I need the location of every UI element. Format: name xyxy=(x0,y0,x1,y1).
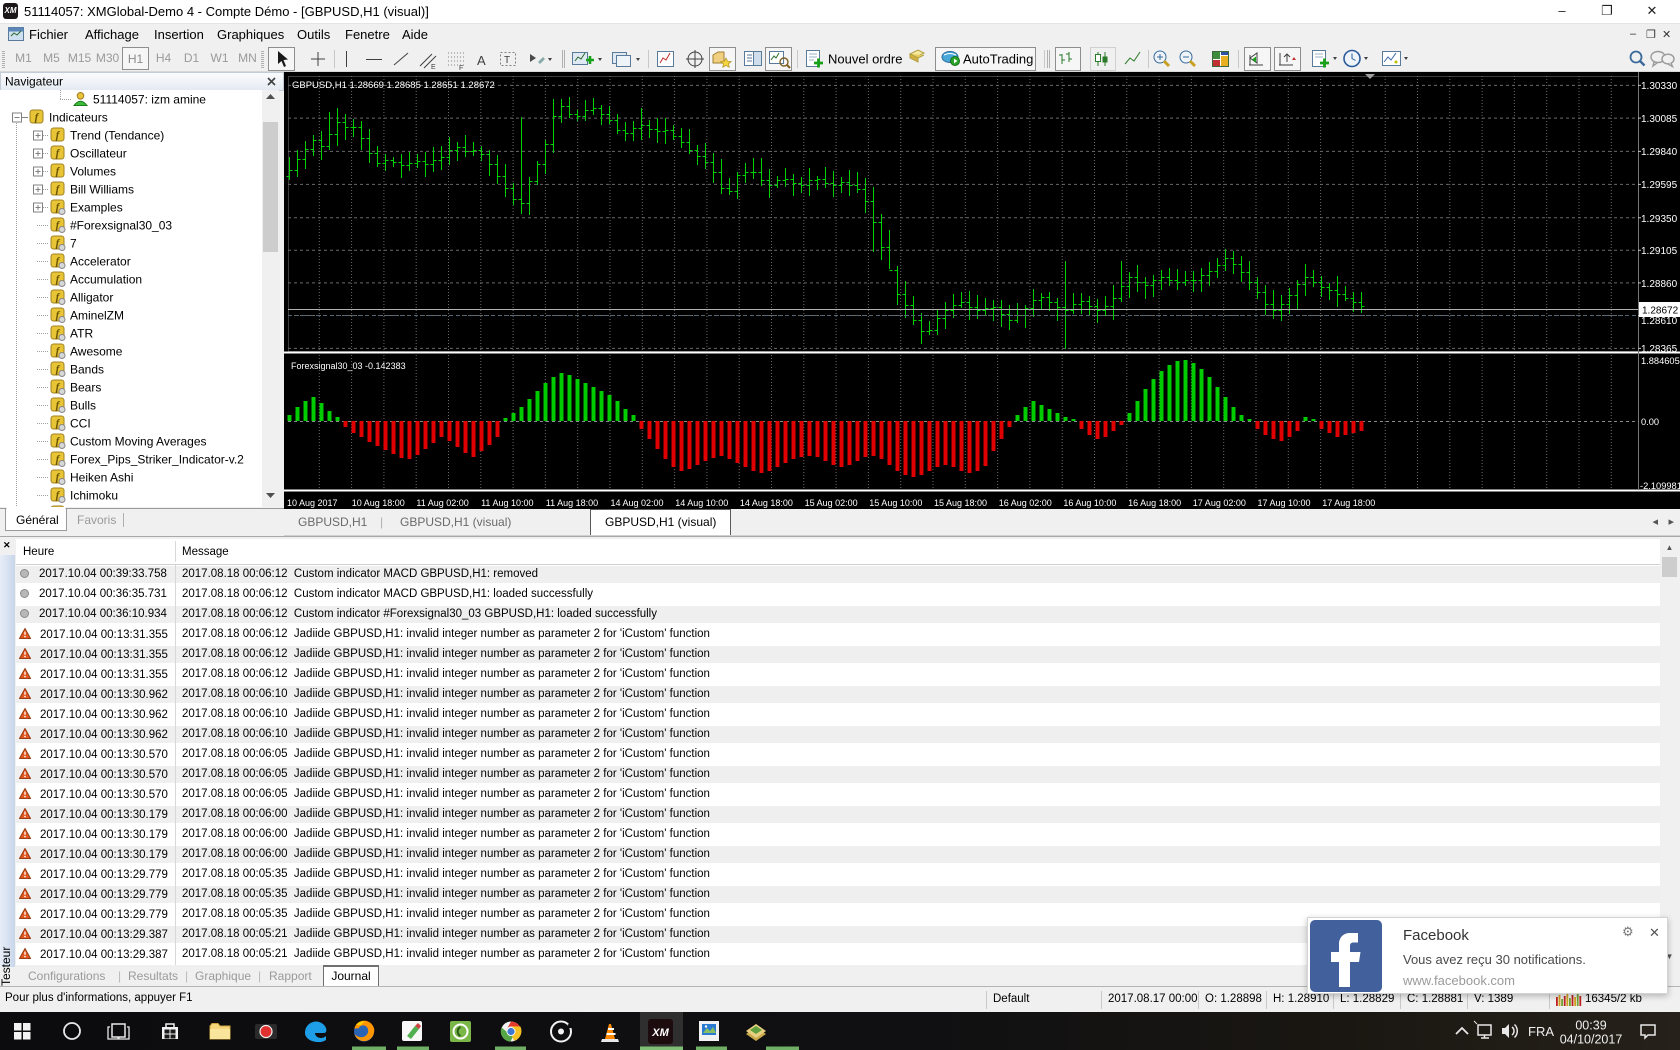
svg-text:16 Aug 18:00: 16 Aug 18:00 xyxy=(1128,498,1181,508)
svg-text:Forex_Pips_Striker_Indicator-v: Forex_Pips_Striker_Indicator-v.2 xyxy=(70,453,244,467)
svg-text:AutoTrading: AutoTrading xyxy=(963,52,1033,67)
svg-text:1.28610: 1.28610 xyxy=(1641,316,1678,327)
svg-text:Bulls: Bulls xyxy=(70,399,96,413)
svg-text:1.29840: 1.29840 xyxy=(1641,147,1678,158)
svg-text:Navigateur: Navigateur xyxy=(5,75,63,89)
svg-text:14 Aug 18:00: 14 Aug 18:00 xyxy=(740,498,793,508)
svg-text:Accumulation: Accumulation xyxy=(70,273,142,287)
svg-text:17 Aug 10:00: 17 Aug 10:00 xyxy=(1258,498,1311,508)
svg-text:1.30330: 1.30330 xyxy=(1641,81,1678,92)
svg-text:Awesome: Awesome xyxy=(70,345,123,359)
svg-text:7: 7 xyxy=(70,237,77,251)
svg-text:Indicateurs: Indicateurs xyxy=(49,111,108,125)
svg-text:10 Aug 18:00: 10 Aug 18:00 xyxy=(352,498,405,508)
svg-text:Bears: Bears xyxy=(70,381,101,395)
svg-text:15 Aug 10:00: 15 Aug 10:00 xyxy=(869,498,922,508)
svg-text:1.30085: 1.30085 xyxy=(1641,114,1678,125)
svg-text:Forexsignal30_03 -0.142383: Forexsignal30_03 -0.142383 xyxy=(291,361,406,371)
svg-text:1.29595: 1.29595 xyxy=(1641,180,1678,191)
svg-text:14 Aug 10:00: 14 Aug 10:00 xyxy=(675,498,728,508)
svg-text:CCI: CCI xyxy=(70,417,91,431)
svg-text:15 Aug 18:00: 15 Aug 18:00 xyxy=(934,498,987,508)
svg-text:Général: Général xyxy=(16,513,59,527)
svg-text:Heiken Ashi: Heiken Ashi xyxy=(70,471,133,485)
svg-text:1.29350: 1.29350 xyxy=(1641,214,1678,225)
svg-text:Alligator: Alligator xyxy=(70,291,113,305)
svg-text:ATR: ATR xyxy=(70,327,93,341)
svg-text:Oscillateur: Oscillateur xyxy=(70,147,127,161)
svg-text:14 Aug 02:00: 14 Aug 02:00 xyxy=(611,498,664,508)
svg-text:Volumes: Volumes xyxy=(70,165,116,179)
svg-text:17 Aug 18:00: 17 Aug 18:00 xyxy=(1322,498,1375,508)
svg-text:Bands: Bands xyxy=(70,363,104,377)
svg-text:Examples: Examples xyxy=(70,201,123,215)
svg-text:Custom Moving Averages: Custom Moving Averages xyxy=(70,435,207,449)
svg-text:1.884605: 1.884605 xyxy=(1641,356,1680,366)
svg-text:XM: XM xyxy=(651,1027,669,1039)
svg-text:Bill Williams: Bill Williams xyxy=(70,183,134,197)
svg-text:00:39: 00:39 xyxy=(1575,1019,1606,1033)
svg-text:11 Aug 02:00: 11 Aug 02:00 xyxy=(416,498,468,508)
svg-text:F: F xyxy=(459,65,463,72)
svg-text:Nouvel ordre: Nouvel ordre xyxy=(828,52,902,67)
svg-text:Ichimoku: Ichimoku xyxy=(70,489,118,503)
svg-text:16 Aug 10:00: 16 Aug 10:00 xyxy=(1063,498,1116,508)
svg-text:T: T xyxy=(504,55,510,66)
svg-text:Favoris: Favoris xyxy=(77,513,116,527)
svg-text:11 Aug 18:00: 11 Aug 18:00 xyxy=(546,498,598,508)
svg-text:0.00: 0.00 xyxy=(1641,417,1659,427)
svg-text:GBPUSD,H1 1.28669 1.28685 1.2: GBPUSD,H1 1.28669 1.28685 1.28651 1.2867… xyxy=(292,80,495,91)
svg-text:Accelerator: Accelerator xyxy=(70,255,131,269)
svg-text:#Forexsignal30_03: #Forexsignal30_03 xyxy=(70,219,172,233)
svg-text:1.28672: 1.28672 xyxy=(1642,306,1679,317)
svg-text:17 Aug 02:00: 17 Aug 02:00 xyxy=(1193,498,1246,508)
svg-text:AminelZM: AminelZM xyxy=(70,309,124,323)
svg-text:16 Aug 02:00: 16 Aug 02:00 xyxy=(999,498,1052,508)
svg-text:1.28365: 1.28365 xyxy=(1641,344,1678,355)
svg-text:FRA: FRA xyxy=(1528,1024,1554,1039)
svg-text:15 Aug 02:00: 15 Aug 02:00 xyxy=(805,498,858,508)
svg-text:10 Aug 2017: 10 Aug 2017 xyxy=(287,498,338,508)
svg-text:04/10/2017: 04/10/2017 xyxy=(1560,1033,1623,1047)
svg-text:1.28860: 1.28860 xyxy=(1641,279,1678,290)
svg-text:1.29105: 1.29105 xyxy=(1641,246,1678,257)
svg-text:Trend (Tendance): Trend (Tendance) xyxy=(70,129,164,143)
svg-text:51114057: izm amine: 51114057: izm amine xyxy=(93,93,206,107)
svg-text:A: A xyxy=(477,53,486,68)
svg-text:-2.109981: -2.109981 xyxy=(1640,481,1680,491)
svg-text:E: E xyxy=(431,64,436,71)
svg-text:11 Aug 10:00: 11 Aug 10:00 xyxy=(481,498,533,508)
